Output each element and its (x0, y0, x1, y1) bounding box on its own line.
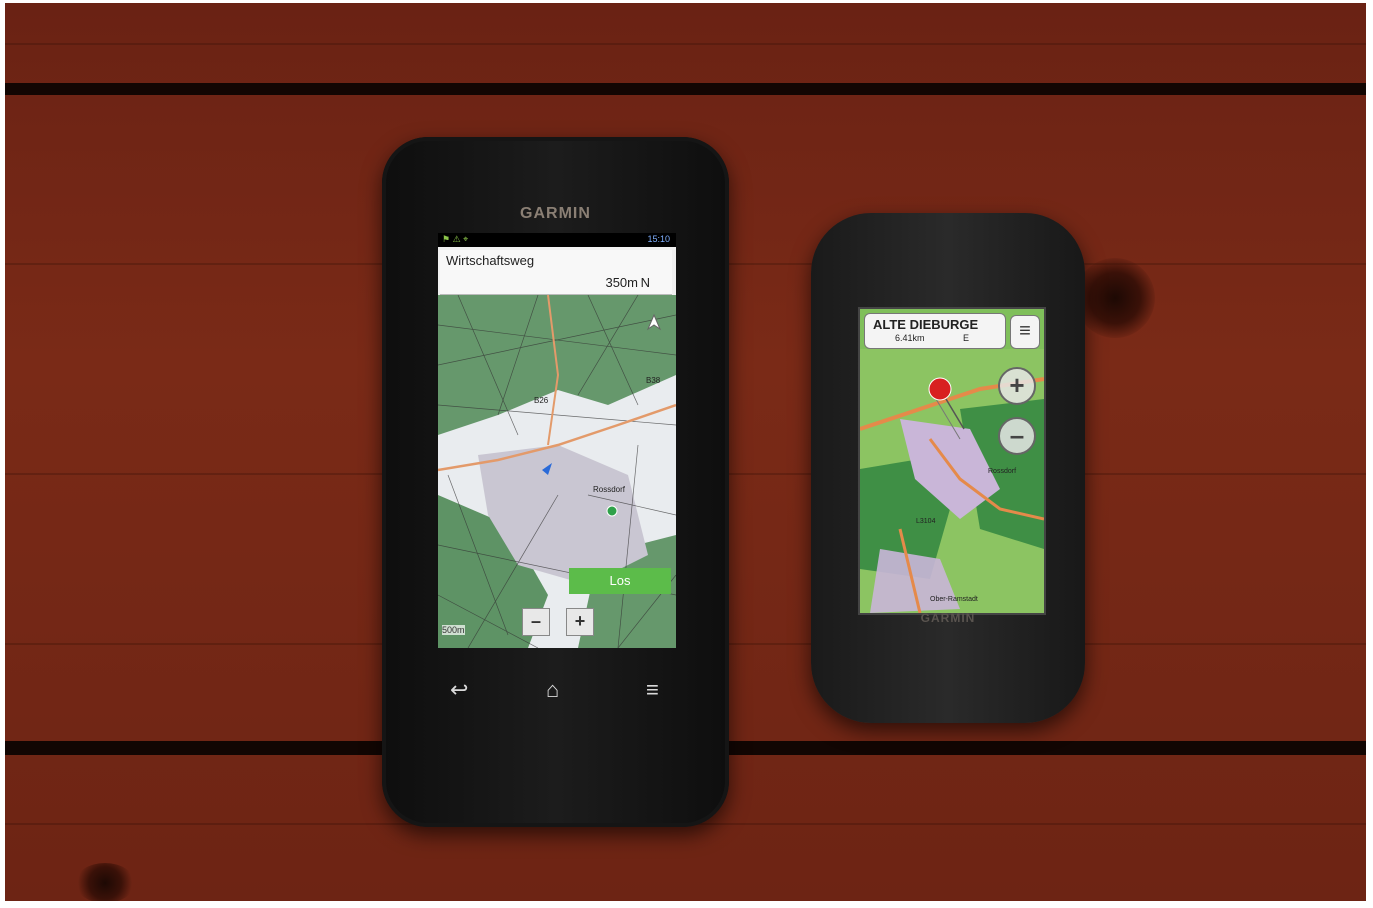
map-scale: 500m (442, 625, 465, 635)
map-graphic: B26 B38 Rossdorf (438, 294, 676, 648)
road-label: L3104 (916, 518, 936, 525)
street-name: Wirtschaftsweg (446, 253, 535, 268)
zoom-in-button[interactable]: + (566, 608, 594, 636)
navigation-banner[interactable]: Wirtschaftsweg 350m N (440, 250, 672, 295)
town-label: Rossdorf (593, 485, 626, 494)
wood-knot (1075, 258, 1155, 338)
distance-to-turn: 350m (605, 275, 638, 290)
device-screen: ⚑ ⚠ ⌖ 15:10 B26 B38 Rossdorf Wirtschafts… (438, 233, 676, 648)
zoom-out-button[interactable]: – (522, 608, 550, 636)
device-screen: L3104 Rossdorf Ober-Ramstadt ALTE DIEBUR… (858, 307, 1046, 615)
device-brand-label: GARMIN (520, 205, 591, 222)
notification-icons: ⚑ ⚠ ⌖ (442, 234, 469, 244)
heading-indicator: N (640, 275, 650, 290)
place-label: Ober-Ramstadt (930, 596, 978, 603)
back-icon[interactable]: ↩ (450, 677, 468, 703)
device-brand-label: GARMIN (920, 611, 976, 625)
status-time: 15:10 (647, 234, 670, 244)
status-bar: ⚑ ⚠ ⌖ 15:10 (438, 233, 676, 247)
topo-map[interactable]: B26 B38 Rossdorf (438, 294, 676, 648)
garmin-monterra-device: GARMIN ⚑ ⚠ ⌖ 15:10 B26 B38 Rossdorf Wirt… (382, 137, 729, 827)
photo-scene: GARMIN ⚑ ⚠ ⌖ 15:10 B26 B38 Rossdorf Wirt… (5, 3, 1366, 901)
navigation-banner[interactable]: ALTE DIEBURGE 6.41km E (864, 313, 1006, 349)
distance-to-turn: 6.41km (895, 333, 925, 343)
street-name: ALTE DIEBURGE (873, 317, 979, 332)
menu-icon[interactable]: ≡ (1010, 315, 1040, 349)
menu-icon[interactable]: ≡ (646, 677, 659, 703)
location-pin-icon (928, 377, 952, 401)
wood-grain (5, 43, 1366, 45)
road-label-b38: B38 (646, 376, 661, 385)
destination-marker (606, 505, 618, 517)
zoom-out-button[interactable]: – (998, 417, 1036, 455)
heading-indicator: E (963, 333, 970, 343)
garmin-oregon-device: L3104 Rossdorf Ober-Ramstadt ALTE DIEBUR… (811, 213, 1085, 723)
wood-knot (75, 863, 135, 901)
town-label: Rossdorf (988, 468, 1016, 475)
home-icon[interactable]: ⌂ (546, 677, 559, 703)
go-button[interactable]: Los (569, 568, 671, 594)
road-label-b26: B26 (534, 396, 549, 405)
plank-gap-top (5, 83, 1366, 95)
zoom-in-button[interactable]: + (998, 367, 1036, 405)
